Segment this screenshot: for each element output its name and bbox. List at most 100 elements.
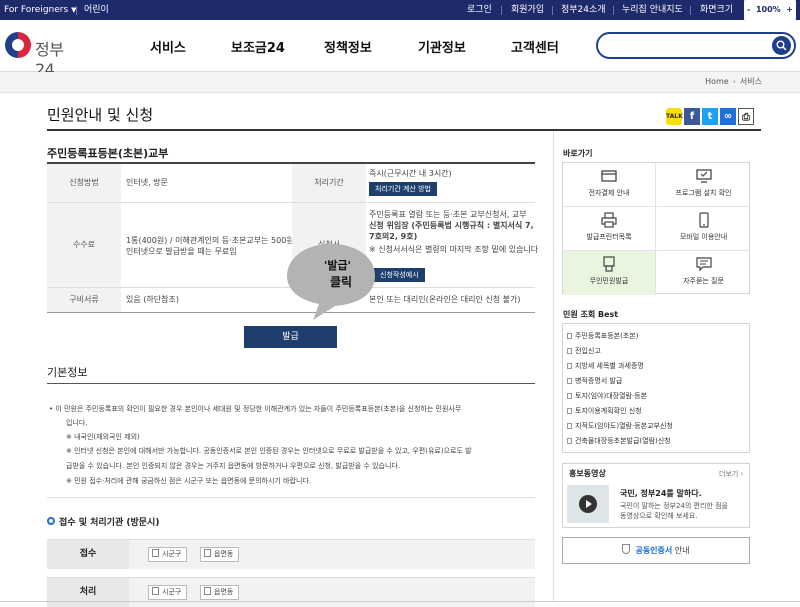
taegeuk-emblem-icon [5, 32, 31, 58]
for-foreigners-label: For Foreigners [4, 5, 69, 15]
best-service-item[interactable]: 건축물대장등초본발급(열람)신청 [567, 436, 671, 446]
quick-link-faq[interactable]: 자주묻는 질문 [657, 251, 750, 295]
title-divider [47, 129, 761, 131]
kids-link[interactable]: 어린이 [84, 0, 109, 20]
link-copy-icon[interactable]: ∞ [720, 108, 736, 125]
chip-label: 읍면동 [214, 550, 234, 558]
service-title: 주민등록표등본(초본)교부 [47, 147, 169, 160]
agency-chip[interactable]: 시군구 [148, 585, 188, 600]
process-title: 접수 및 처리기관 (방문시) [47, 515, 159, 528]
document-icon [567, 408, 572, 414]
breadcrumb-home[interactable]: Home [705, 77, 729, 86]
document-icon [567, 378, 572, 384]
best-service-item[interactable]: 토지(임야)대장열람·등본 [567, 391, 647, 401]
issue-button[interactable]: 발급 [244, 326, 337, 348]
column-divider [553, 131, 554, 602]
nav-policy-info[interactable]: 정책정보 [324, 37, 372, 56]
quick-link-label: 프로그램 설치 확인 [675, 189, 732, 197]
search-button[interactable] [772, 36, 791, 55]
twitter-share-icon[interactable]: t [702, 108, 718, 125]
join-link[interactable]: 회원가입 [511, 0, 544, 20]
divider [690, 6, 691, 15]
agency-chip[interactable]: 읍면동 [200, 585, 240, 600]
divider [501, 6, 502, 15]
print-icon[interactable]: ⎙ [738, 108, 754, 125]
sitemap-link[interactable]: 누리집 안내지도 [622, 0, 683, 20]
basic-info-line: 입니다. [66, 419, 88, 427]
building-icon [152, 587, 159, 595]
best-service-item[interactable]: 토지이용계획확인 신청 [567, 406, 642, 416]
best-service-label: 토지이용계획확인 신청 [575, 407, 642, 415]
chip-label: 읍면동 [214, 588, 234, 596]
document-icon [567, 333, 572, 339]
building-icon [204, 587, 211, 595]
quick-link-mobile[interactable]: 모바일 이용안내 [657, 207, 750, 251]
zoom-out-button[interactable]: - [747, 0, 750, 20]
video-thumbnail[interactable] [567, 485, 609, 523]
best-service-item[interactable]: 지적도(임야도)열람·등본교부신청 [567, 421, 673, 431]
video-headline[interactable]: 국민, 정부24를 말하다. [620, 488, 702, 499]
agency-chip[interactable]: 읍면동 [200, 547, 240, 562]
best-service-label: 지방세 세목별 과세증명 [575, 362, 644, 370]
best-service-label: 병적증명서 발급 [575, 377, 623, 385]
monitor-check-icon [695, 169, 712, 183]
callout-text-line1: '발급' [324, 259, 351, 272]
best-service-item[interactable]: 전입신고 [567, 346, 601, 356]
form-value-line2: 신청 위임장 (주민등록법 시행규칙 : 별지서식 7, [369, 221, 534, 230]
breadcrumb-current[interactable]: 서비스 [740, 77, 762, 86]
quick-link-label: 무인민원발급 [589, 277, 629, 285]
agency-chip[interactable]: 시군구 [148, 547, 188, 562]
more-link[interactable]: 더보기 › [719, 469, 743, 479]
fee-value-line2: 인터넷으로 발급받을 때는 무료임 [126, 247, 237, 256]
facebook-share-icon[interactable]: f [684, 108, 700, 125]
best-service-item[interactable]: 지방세 세목별 과세증명 [567, 361, 644, 371]
nav-agency-info[interactable]: 기관정보 [418, 37, 466, 56]
fee-label: 수수료 [47, 203, 121, 287]
zoom-control: - 100% + [744, 0, 796, 20]
best-service-label: 지적도(임야도)열람·등본교부신청 [575, 422, 673, 430]
cert-highlight: 공동인증서 [635, 546, 673, 555]
docs-value: 있음 (하단참조) [126, 295, 179, 304]
best-service-item[interactable]: 병적증명서 발급 [567, 376, 622, 386]
promo-video-title: 홍보동영상 [569, 469, 606, 478]
cert-label: 안내 [672, 546, 690, 555]
basic-info-line: 급받을 수 있습니다. 본인 인증되지 않은 경우는 거주지 읍면동에 방문하거… [66, 462, 401, 470]
quick-link-kiosk[interactable]: 무인민원발급 [563, 251, 656, 295]
nav-services[interactable]: 서비스 [150, 37, 186, 56]
quick-link-program-check[interactable]: 프로그램 설치 확인 [657, 163, 750, 207]
quick-link-payment[interactable]: 전자결제 안내 [563, 163, 656, 207]
process-row-label: 접수 [47, 540, 129, 569]
process-title-text: 접수 및 처리기관 (방문시) [59, 518, 160, 528]
nav-customer-center[interactable]: 고객센터 [511, 37, 559, 56]
logo-link[interactable]: 정부24 [5, 32, 81, 79]
method-label: 신청방법 [47, 164, 121, 202]
process-row-receive: 접수 시군구 읍면동 [47, 539, 535, 569]
document-icon [567, 363, 572, 369]
document-icon [567, 348, 572, 354]
quick-link-label: 발급프린터목록 [586, 233, 632, 241]
quick-link-printers[interactable]: 발급프린터목록 [563, 207, 656, 251]
form-value-line4: ※ 신청서서식은 별령의 마지막 조항 밑에 있습니다 [369, 245, 539, 254]
divider [613, 6, 614, 15]
search-input[interactable] [608, 37, 768, 55]
chip-label: 시군구 [162, 588, 182, 596]
zoom-in-button[interactable]: + [786, 0, 793, 20]
kakaotalk-share-icon[interactable]: TALK [666, 108, 683, 125]
faq-icon [695, 257, 712, 272]
about-link[interactable]: 정부24소개 [561, 0, 606, 20]
divider [552, 6, 553, 15]
form-example-button[interactable]: 신청작성예시 [374, 268, 425, 282]
section-divider [47, 497, 535, 498]
period-calc-button[interactable]: 처리기간 계산 방법 [369, 182, 437, 196]
chevron-right-icon: › [732, 77, 736, 86]
best-services-box [562, 323, 750, 453]
quick-links-grid: 전자결제 안내 프로그램 설치 확인 발급프린터목록 모바일 이용안내 무인민원… [562, 162, 750, 295]
joint-certificate-guide-button[interactable]: 공동인증서 안내 [562, 537, 750, 564]
best-service-item[interactable]: 주민등록표등본(초본) [567, 331, 638, 341]
nav-subsidy24[interactable]: 보조금24 [231, 37, 285, 56]
login-link[interactable]: 로그인 [467, 0, 492, 20]
building-icon [152, 549, 159, 557]
quick-link-label: 전자결제 안내 [588, 189, 630, 197]
site-header: 정부24 서비스 보조금24 정책정보 기관정보 고객센터 [0, 20, 800, 79]
for-foreigners-menu[interactable]: For Foreigners ▼ [4, 0, 77, 20]
